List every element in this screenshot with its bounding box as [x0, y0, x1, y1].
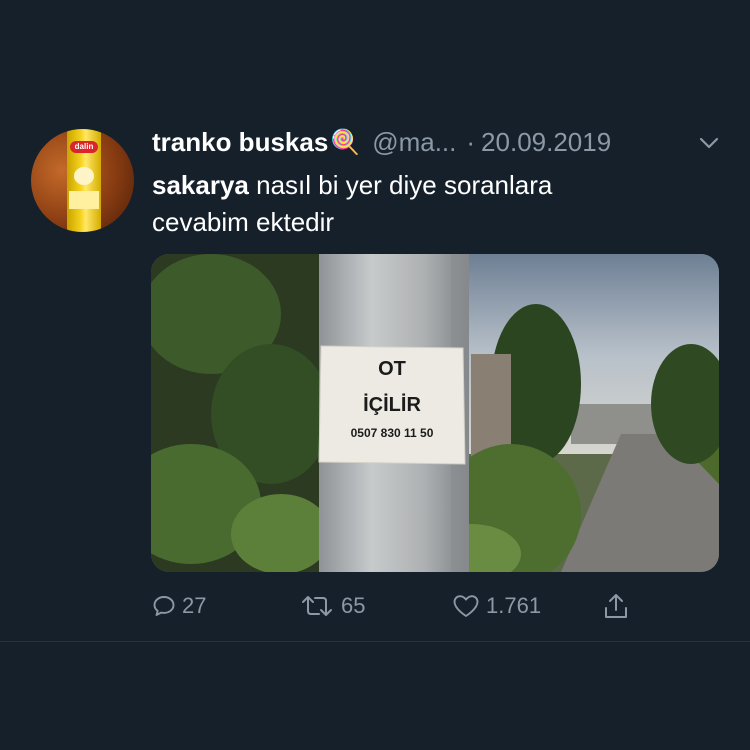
retweet-count: 65: [341, 593, 366, 618]
like-count: 1.761: [486, 593, 542, 618]
avatar-logo: dalin: [70, 141, 98, 153]
tweet-header: tranko buskas 🍭 @ma... · 20.09.2019: [152, 124, 611, 160]
reply-button[interactable]: 27: [152, 588, 206, 624]
sign-line-1: OT: [378, 358, 406, 380]
tweet-text-line-2: cevabim ektedir: [152, 207, 335, 237]
share-icon: [605, 594, 627, 618]
tweet-text-line-1: sakarya nasıl bi yer diye soranlara: [152, 167, 712, 204]
author-handle[interactable]: @ma...: [372, 127, 456, 158]
tweet-text: sakarya nasıl bi yer diye soranlara ceva…: [152, 167, 712, 241]
text-line-1-rest: nasıl bi yer diye soranlara: [248, 170, 553, 200]
text-mention: sakarya: [152, 170, 249, 200]
tweet-divider: [0, 641, 750, 642]
avatar-face: [74, 167, 94, 185]
share-button[interactable]: [602, 588, 630, 624]
heart-icon: [453, 595, 479, 617]
tweet-date[interactable]: 20.09.2019: [481, 127, 611, 158]
reply-count: 27: [182, 593, 207, 618]
sign-phone: 0507 830 11 50: [350, 426, 434, 440]
lollipop-emoji-icon: 🍭: [330, 128, 361, 156]
author-name[interactable]: tranko buskas: [152, 127, 328, 158]
like-button[interactable]: 1.761: [452, 588, 541, 624]
avatar-band: [69, 191, 99, 209]
reply-icon: [153, 596, 175, 616]
tweet[interactable]: dalin tranko buskas 🍭 @ma... · 20.09.201…: [0, 0, 750, 640]
tweet-actions: 27 65 1.761: [152, 588, 692, 624]
chevron-down-icon[interactable]: [697, 131, 721, 155]
retweet-button[interactable]: 65: [299, 588, 365, 624]
avatar[interactable]: dalin: [31, 129, 134, 232]
tweet-media-photo[interactable]: OT İÇİLİR 0507 830 11 50: [151, 254, 719, 572]
retweet-icon: [302, 596, 332, 616]
separator-dot: ·: [466, 126, 476, 157]
sign-line-2: İÇİLİR: [363, 394, 421, 416]
